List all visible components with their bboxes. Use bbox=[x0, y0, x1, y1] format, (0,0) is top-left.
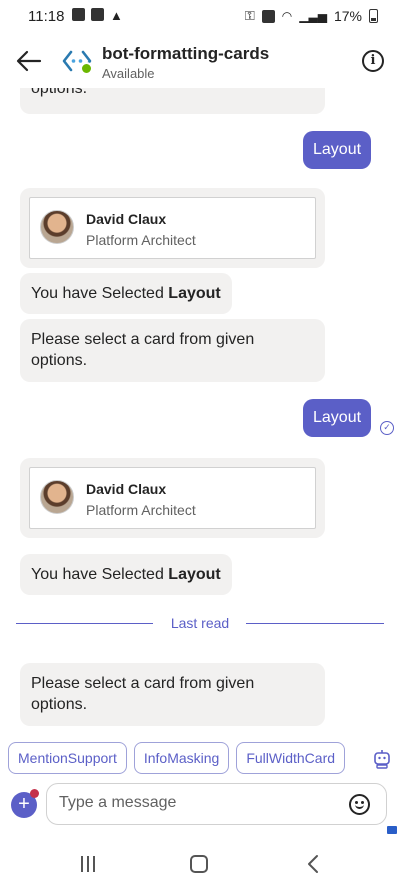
plus-icon: + bbox=[18, 793, 30, 815]
signal-icon: ▁▃▅ bbox=[299, 9, 327, 23]
message-text: You have Selected bbox=[31, 566, 169, 583]
card-role: Platform Architect bbox=[86, 232, 196, 248]
info-icon[interactable]: i bbox=[362, 50, 384, 72]
status-notification-icons: ▲ bbox=[72, 8, 123, 23]
message-text: You have Selected bbox=[31, 285, 169, 302]
message-input[interactable] bbox=[59, 794, 329, 812]
message-bubble: You have Selected Layout bbox=[20, 554, 232, 595]
battery-icon bbox=[369, 9, 378, 23]
bot-commands-icon[interactable] bbox=[372, 748, 392, 770]
suggestion-mention-support[interactable]: MentionSupport bbox=[8, 742, 127, 774]
nav-back-icon[interactable] bbox=[304, 854, 324, 874]
message-list[interactable]: options. Layout David Claux Platform Arc… bbox=[0, 88, 400, 734]
wifi-icon: ◠ bbox=[281, 9, 293, 23]
profile-card[interactable]: David Claux Platform Architect bbox=[29, 467, 316, 529]
avatar bbox=[40, 210, 74, 244]
status-bar: 11:18 ▲ ⚿ ◠ ▁▃▅ 17% bbox=[0, 0, 400, 34]
shield-icon bbox=[72, 8, 85, 21]
message-bubble: Please select a card from given options. bbox=[20, 319, 325, 382]
checkbox-icon bbox=[91, 8, 104, 21]
status-time: 11:18 bbox=[28, 8, 65, 25]
briefcase-status-icon bbox=[261, 9, 275, 23]
last-read-divider: Last read bbox=[16, 614, 384, 634]
recent-apps-icon[interactable] bbox=[80, 856, 96, 872]
message-text: Layout bbox=[313, 141, 362, 158]
emoji-mouth bbox=[355, 804, 364, 809]
message-bubble: You have Selected Layout bbox=[20, 273, 232, 314]
suggested-actions: MentionSupport InfoMasking FullWidthCard bbox=[8, 742, 346, 774]
message-text-bold: Layout bbox=[168, 285, 221, 302]
suggestion-info-masking[interactable]: InfoMasking bbox=[133, 742, 230, 774]
message-text: options. bbox=[31, 88, 88, 97]
emoji-icon[interactable] bbox=[349, 794, 370, 815]
card-name: David Claux bbox=[86, 211, 167, 227]
add-attachment-button[interactable]: + bbox=[11, 789, 39, 818]
message-bubble-partial: options. bbox=[20, 88, 325, 114]
profile-card[interactable]: David Claux Platform Architect bbox=[29, 197, 316, 259]
chat-title[interactable]: bot-formatting-cards bbox=[102, 44, 269, 64]
avatar bbox=[40, 480, 74, 514]
presence-status: Available bbox=[102, 66, 155, 81]
card-name: David Claux bbox=[86, 481, 167, 497]
message-text: Layout bbox=[313, 409, 362, 426]
compose-box[interactable] bbox=[46, 783, 387, 825]
back-arrow-icon[interactable] bbox=[16, 48, 42, 74]
battery-percent: 17% bbox=[333, 8, 362, 24]
sent-message[interactable]: Layout bbox=[303, 131, 372, 169]
work-profile-icon bbox=[387, 826, 397, 834]
warning-icon: ▲ bbox=[110, 8, 123, 23]
message-bubble: Please select a card from given options. bbox=[20, 663, 325, 726]
card-role: Platform Architect bbox=[86, 502, 196, 518]
notification-dot bbox=[30, 789, 39, 798]
key-icon: ⚿ bbox=[244, 8, 255, 23]
suggestion-full-width-card[interactable]: FullWidthCard bbox=[236, 742, 346, 774]
last-read-label: Last read bbox=[170, 615, 230, 631]
message-text: Please select a card from given options. bbox=[31, 331, 255, 369]
home-icon[interactable] bbox=[190, 855, 208, 873]
message-text-bold: Layout bbox=[168, 566, 221, 583]
message-text: Please select a card from given options. bbox=[31, 675, 255, 713]
profile-card-message[interactable]: David Claux Platform Architect bbox=[20, 188, 325, 268]
profile-card-message[interactable]: David Claux Platform Architect bbox=[20, 458, 325, 538]
system-nav-bar bbox=[0, 844, 400, 888]
status-system-icons: ⚿ ◠ ▁▃▅ 17% bbox=[245, 8, 378, 24]
presence-available-icon bbox=[80, 62, 93, 75]
sent-message[interactable]: Layout bbox=[303, 399, 372, 437]
read-receipt-icon: ✓ bbox=[380, 421, 394, 435]
chat-header: bot-formatting-cards Available i bbox=[0, 34, 400, 88]
